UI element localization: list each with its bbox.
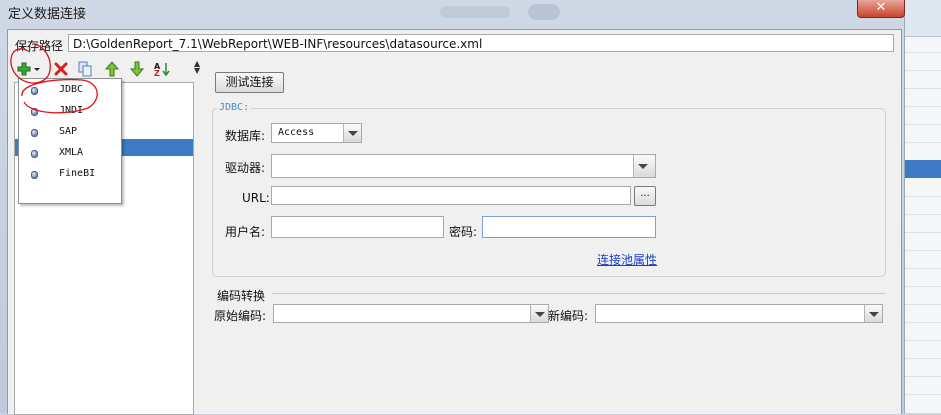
password-input[interactable] [482, 216, 656, 238]
test-connection-button[interactable]: 测试连接 [215, 72, 284, 93]
background-row-line [905, 286, 941, 287]
username-input[interactable] [271, 216, 444, 238]
menu-item-jndi[interactable]: JNDI [19, 102, 121, 122]
database-select[interactable]: Access [271, 123, 362, 143]
dialog-body: 保存路径 D:\GoldenReport_7.1\WebReport\WEB-I… [7, 29, 902, 415]
copy-icon[interactable] [77, 61, 93, 77]
menu-item-label: FineBI [59, 168, 96, 179]
background-row-line [905, 232, 941, 233]
menu-item-xmla[interactable]: XMLA [19, 144, 121, 164]
database-icon [31, 129, 38, 137]
database-icon [31, 108, 38, 116]
green-up-arrow-icon[interactable] [104, 61, 120, 77]
background-row-line [905, 214, 941, 215]
url-input[interactable] [271, 186, 631, 205]
background-app-strip [904, 0, 941, 413]
encoding-group-title: 编码转换 [217, 289, 266, 303]
driver-label: 驱动器: [225, 161, 266, 175]
window-title: 定义数据连接 [8, 7, 87, 22]
menu-item-sap[interactable]: SAP [19, 123, 121, 143]
background-selected-row [905, 160, 941, 178]
background-row-line [905, 106, 941, 107]
database-icon [31, 150, 38, 158]
blurred-background-icon [528, 4, 560, 20]
background-row-line [905, 250, 941, 251]
chevron-down-icon[interactable] [343, 124, 361, 142]
background-row-line [905, 358, 941, 359]
blurred-background-text [440, 6, 510, 18]
background-row-line [905, 304, 941, 305]
chevron-down-icon[interactable] [530, 305, 548, 322]
database-select-value: Access [278, 127, 315, 138]
red-x-icon[interactable] [53, 61, 69, 77]
save-path-label: 保存路径 [15, 39, 64, 53]
background-row-line [905, 196, 941, 197]
chevron-down-icon[interactable] [633, 155, 655, 177]
background-row-line [905, 322, 941, 323]
close-button[interactable]: ✕ [857, 0, 905, 18]
background-row-line [905, 376, 941, 377]
menu-item-label: JNDI [59, 105, 84, 116]
background-row-line [905, 394, 941, 395]
background-app-header [905, 0, 941, 37]
background-row-line [905, 88, 941, 89]
password-label: 密码: [449, 225, 478, 239]
background-row-line [905, 124, 941, 125]
url-label: URL: [242, 191, 270, 205]
chevron-down-icon[interactable] [864, 305, 882, 322]
background-row-line [905, 70, 941, 71]
background-row-line [905, 268, 941, 269]
menu-item-label: XMLA [59, 147, 84, 158]
database-icon [31, 171, 38, 179]
menu-item-finebi[interactable]: FineBI [19, 165, 121, 185]
browse-button[interactable]: ... [634, 186, 656, 206]
menu-item-label: SAP [59, 126, 78, 137]
database-icon [31, 87, 38, 95]
menu-item-label: JDBC [59, 84, 84, 95]
original-encoding-label: 原始编码: [214, 309, 267, 323]
plus-icon[interactable] [16, 61, 32, 77]
background-row-line [905, 142, 941, 143]
sort-az-icon[interactable]: AZ [154, 61, 170, 78]
encoding-separator [272, 293, 885, 294]
driver-select[interactable] [271, 154, 656, 178]
green-down-arrow-icon[interactable] [129, 61, 145, 77]
menu-item-jdbc[interactable]: JDBC [19, 81, 121, 101]
svg-text:Z: Z [154, 69, 160, 77]
username-label: 用户名: [225, 225, 266, 239]
dialog-window: 定义数据连接 ✕ 保存路径 D:\GoldenReport_7.1\WebRep… [0, 0, 905, 415]
save-path-field[interactable]: D:\GoldenReport_7.1\WebReport\WEB-INF\re… [68, 34, 894, 52]
new-encoding-label: 新编码: [548, 309, 589, 323]
background-row-line [905, 52, 941, 53]
jdbc-group-title: JDBC: [217, 102, 252, 113]
add-connection-menu: JDBC JNDI SAP XMLA FineBI [18, 78, 122, 204]
chevron-down-icon[interactable] [33, 61, 41, 77]
collapse-arrows-icon[interactable]: ▲ ▼ [194, 60, 200, 75]
connection-pool-link[interactable]: 连接池属性 [597, 251, 657, 268]
background-row-line [905, 340, 941, 341]
new-encoding-select[interactable] [595, 304, 883, 323]
database-label: 数据库: [225, 129, 266, 143]
original-encoding-select[interactable] [273, 304, 549, 323]
title-bar[interactable]: 定义数据连接 ✕ [0, 0, 905, 24]
